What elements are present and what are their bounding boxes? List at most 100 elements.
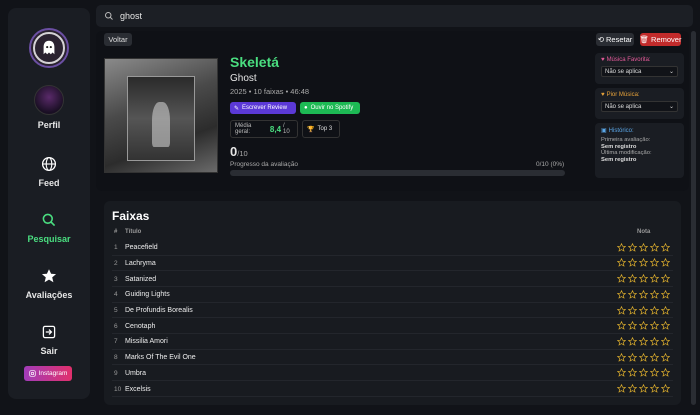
nav-feed-label: Feed <box>38 178 60 188</box>
nav-logout-label: Sair <box>40 346 58 356</box>
track-name: Guiding Lights <box>125 291 170 299</box>
track-number: 4 <box>114 291 118 299</box>
sidebar: Perfil Feed Pesquisar Avaliações Sair In… <box>8 8 90 399</box>
track-row: 2 Lachryma <box>104 256 681 272</box>
search-value: ghost <box>120 11 143 21</box>
album-cover <box>104 58 218 173</box>
search-icon <box>105 12 113 20</box>
spotify-button[interactable]: ● Ouvir no Spotify <box>300 102 360 114</box>
reset-label: Resetar <box>606 35 633 44</box>
tracks-title: Faixas <box>112 209 150 223</box>
average-score: Média geral: 8,4 / 10 <box>230 120 298 138</box>
nav-reviews-label: Avaliações <box>25 290 73 300</box>
score-max: /10 <box>237 149 248 158</box>
last-modified-label: Última modificação: <box>601 150 652 157</box>
avg-label: Média geral: <box>235 123 252 135</box>
nav-reviews[interactable]: Avaliações <box>8 267 90 300</box>
album-artist: Ghost <box>230 73 257 84</box>
reset-button[interactable]: ⟲ Resetar <box>596 33 634 46</box>
col-rating-header: Nota <box>637 229 651 235</box>
fav-label: Música Favorita: <box>606 57 651 63</box>
progress-count: 0/10 (0%) <box>536 161 565 168</box>
star-icon <box>40 267 58 285</box>
top-label: Top 3 <box>317 126 333 132</box>
history-box: ▣ Histórico: Primeira avaliação: Sem regi… <box>595 123 684 178</box>
track-row: 1 Peacefield <box>104 240 681 256</box>
track-row: 8 Marks Of The Evil One <box>104 350 681 366</box>
hist-label: Histórico: <box>608 127 634 134</box>
chevron-down-icon: ⌄ <box>668 69 674 75</box>
app-logo[interactable] <box>29 28 69 68</box>
track-number: 9 <box>114 369 118 377</box>
nav-search[interactable]: Pesquisar <box>8 211 90 244</box>
album-meta: 2025 • 10 faixas • 46:48 <box>230 87 310 96</box>
search-icon <box>40 211 58 229</box>
track-row: 6 Cenotaph <box>104 319 681 335</box>
search-input[interactable]: ghost <box>96 5 693 27</box>
avg-value: 8,4 <box>269 124 282 134</box>
calendar-icon: ▣ <box>601 128 607 134</box>
trash-icon: 🗑 <box>639 35 650 44</box>
chevron-down-icon: ⌄ <box>668 104 674 110</box>
track-number: 7 <box>114 338 118 346</box>
track-row: 10 Excelsis <box>104 381 681 397</box>
tracks-panel: Faixas # Título Nota 1 Peacefield 2 Lachrym… <box>104 201 681 405</box>
track-row: 5 De Profundis Borealis <box>104 303 681 319</box>
last-modified-value: Sem registro <box>601 156 637 163</box>
remove-button[interactable]: 🗑 Remover <box>640 33 681 46</box>
album-title: Skeletá <box>230 54 280 70</box>
spotify-icon: ● <box>304 105 308 111</box>
worst-value: Não se aplica <box>605 103 642 110</box>
fav-value: Não se aplica <box>605 68 642 75</box>
worst-song-box: ♥ Pior Música: Não se aplica ⌄ <box>595 88 684 119</box>
write-review-button[interactable]: ✎ Escrever Review <box>230 102 296 114</box>
worst-label: Pior Música: <box>606 92 640 98</box>
broken-heart-icon: ♥ <box>601 92 605 98</box>
instagram-label: Instagram <box>38 370 68 377</box>
track-number: 5 <box>114 307 118 315</box>
track-name: Missilia Amori <box>125 338 168 346</box>
track-name: Peacefield <box>125 244 158 252</box>
track-number: 6 <box>114 322 118 330</box>
worst-song-select[interactable]: Não se aplica ⌄ <box>601 101 678 112</box>
track-row: 7 Missilia Amori <box>104 334 681 350</box>
track-number: 1 <box>114 244 118 252</box>
col-num-header: # <box>114 229 118 235</box>
track-number: 3 <box>114 275 118 283</box>
track-name: Excelsis <box>125 385 151 393</box>
edit-icon: ✎ <box>234 105 240 112</box>
track-row: 3 Satanized <box>104 271 681 287</box>
nav-profile[interactable]: Perfil <box>8 85 90 130</box>
avg-max: / 10 <box>283 123 290 135</box>
avatar <box>34 85 64 115</box>
track-name: Umbra <box>125 369 147 377</box>
track-number: 2 <box>114 259 118 267</box>
track-name: Marks Of The Evil One <box>125 354 196 362</box>
scrollbar[interactable] <box>691 31 696 405</box>
trophy-icon: 🏆 <box>307 126 315 133</box>
write-review-label: Escrever Review <box>242 105 288 111</box>
nav-feed[interactable]: Feed <box>8 155 90 188</box>
instagram-icon <box>28 370 36 377</box>
track-number: 8 <box>114 354 118 362</box>
album-panel: Voltar ⟲ Resetar 🗑 Remover Skeletá Ghost… <box>96 31 689 191</box>
heart-icon: ♥ <box>601 57 605 63</box>
back-button[interactable]: Voltar <box>104 33 132 46</box>
nav-logout[interactable]: Sair <box>8 323 90 356</box>
progress-label: Progresso da avaliação <box>230 161 298 168</box>
track-number: 10 <box>114 385 122 393</box>
instagram-button[interactable]: Instagram <box>24 366 72 381</box>
reset-icon: ⟲ <box>597 35 605 44</box>
progress-bar <box>230 170 565 176</box>
first-review-value: Sem registro <box>601 143 637 150</box>
favorite-song-select[interactable]: Não se aplica ⌄ <box>601 66 678 77</box>
logout-icon <box>40 323 58 341</box>
track-row: 9 Umbra <box>104 366 681 382</box>
user-score: 0/10 <box>230 144 248 159</box>
favorite-song-box: ♥ Música Favorita: Não se aplica ⌄ <box>595 53 684 84</box>
first-review-label: Primeira avaliação: <box>601 137 651 143</box>
nav-profile-label: Perfil <box>37 120 61 130</box>
globe-icon <box>40 155 58 173</box>
track-name: Lachryma <box>125 259 156 267</box>
track-name: Satanized <box>125 275 157 283</box>
